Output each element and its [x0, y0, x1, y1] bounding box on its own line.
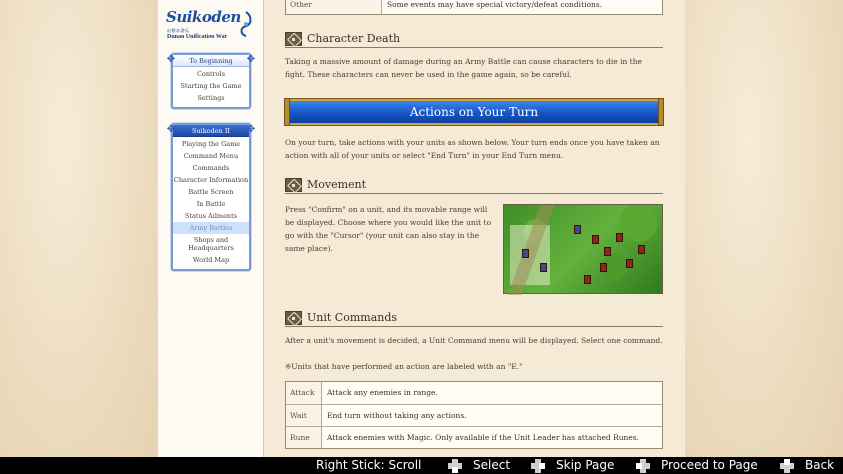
button-left-icon: [635, 458, 651, 474]
hint-back-label: Back: [805, 458, 835, 472]
section-movement: Movement: [285, 177, 663, 194]
nav-item-status-ailments[interactable]: Status Ailments: [173, 210, 249, 222]
ornament-icon: ✥: [166, 54, 176, 65]
hint-scroll: Right Stick: Scroll: [316, 457, 421, 474]
unit-commands-table: Attack Attack any enemies in range. Wait…: [285, 381, 663, 449]
hint-proceed[interactable]: Proceed to Page: [635, 457, 758, 474]
logo-subtitle: Dunan Unification War: [167, 34, 228, 40]
table-row: Attack Attack any enemies in range.: [286, 382, 662, 404]
nav-item-army-battles[interactable]: Army Battles: [173, 222, 249, 234]
table-row: Other Some events may have special victo…: [286, 0, 662, 14]
table-value: Attack enemies with Magic. Only availabl…: [327, 433, 640, 442]
section-character-death: Character Death: [285, 31, 663, 48]
nav-item-starting-the-game[interactable]: Starting the Game: [173, 80, 249, 92]
unit-sprite: [638, 245, 645, 254]
unit-sprite: [600, 263, 607, 272]
table-value: End turn without taking any actions.: [327, 411, 467, 420]
ornament-icon: ✥: [166, 124, 176, 135]
unit-sprite: [574, 225, 581, 234]
nav-item-battle-screen[interactable]: Battle Screen: [173, 186, 249, 198]
nav-item-command-menu[interactable]: Command Menu: [173, 150, 249, 162]
unit-commands-text: After a unit's movement is decided, a Un…: [285, 336, 663, 345]
table-key: Attack: [286, 382, 322, 404]
section-emblem-icon: [285, 311, 302, 325]
table-row: Rune Attack enemies with Magic. Only ava…: [286, 426, 662, 448]
nav-item-commands[interactable]: Commands: [173, 162, 249, 174]
sidebar: Suikoden 幻想水滸伝 Dunan Unification War ✥ T…: [158, 0, 264, 457]
conditions-table: Other Some events may have special victo…: [285, 0, 663, 15]
table-key: Rune: [286, 427, 322, 448]
nav-box-suikoden-ii: ✥ Suikoden II ✥ Playing the Game Command…: [167, 123, 255, 271]
army-battle-screenshot: [503, 204, 663, 295]
nav-item-character-information[interactable]: Character Information: [173, 174, 249, 186]
unit-sprite: [592, 235, 599, 244]
banner-title: Actions on Your Turn: [409, 105, 539, 119]
hint-skip-page[interactable]: Skip Page: [530, 457, 614, 474]
nav-item-settings[interactable]: Settings: [173, 92, 249, 104]
actions-banner: Actions on Your Turn: [284, 98, 664, 126]
hint-skip-label: Skip Page: [556, 458, 615, 472]
section-title-text: Movement: [307, 178, 367, 191]
section-title-text: Character Death: [307, 32, 401, 45]
table-row: Wait End turn without taking any actions…: [286, 404, 662, 426]
hint-select-label: Select: [473, 458, 511, 472]
table-value: Some events may have special victory/def…: [387, 0, 603, 9]
table-value: Attack any enemies in range.: [327, 388, 438, 397]
unit-sprite: [540, 263, 547, 272]
logo-swirl-icon: [240, 11, 252, 37]
character-death-text: Taking a massive amount of damage during…: [285, 57, 642, 79]
nav-item-in-battle[interactable]: In Battle: [173, 198, 249, 210]
nav-header-suikoden-ii[interactable]: ✥ Suikoden II ✥: [167, 124, 255, 137]
background-left: [0, 0, 158, 457]
controller-hint-bar: Right Stick: Scroll Select Skip Page Pro…: [0, 457, 843, 474]
movement-text: Press "Confirm" on a unit, and its movab…: [285, 205, 492, 253]
nav-item-playing-the-game[interactable]: Playing the Game: [173, 138, 249, 150]
hint-scroll-label: Right Stick: Scroll: [316, 458, 422, 472]
unit-sprite: [626, 259, 633, 268]
button-up-icon: [779, 458, 795, 474]
table-key: Wait: [286, 405, 322, 426]
section-unit-commands: Unit Commands: [285, 310, 663, 327]
nav-header-label: Suikoden II: [192, 127, 230, 135]
nav-header-label: To Beginning: [189, 57, 233, 65]
banner-cap-right: [658, 98, 664, 126]
game-logo: Suikoden 幻想水滸伝 Dunan Unification War: [166, 8, 258, 44]
nav-item-controls[interactable]: Controls: [173, 68, 249, 80]
ornament-icon: ✥: [246, 124, 256, 135]
section-emblem-icon: [285, 32, 302, 46]
unit-sprite: [604, 247, 611, 256]
unit-sprite: [584, 275, 591, 284]
hint-select[interactable]: Select: [447, 457, 510, 474]
nav-item-world-map[interactable]: World Map: [173, 254, 249, 266]
turn-intro-text: On your turn, take actions with your uni…: [285, 138, 660, 160]
unit-sprite: [616, 233, 623, 242]
hint-back[interactable]: Back: [779, 457, 834, 474]
nav-header-beginning[interactable]: ✥ To Beginning ✥: [167, 54, 255, 67]
unit-sprite: [522, 249, 529, 258]
logo-title: Suikoden: [166, 8, 241, 26]
ornament-icon: ✥: [246, 54, 256, 65]
table-key: Other: [286, 0, 382, 14]
section-title-text: Unit Commands: [307, 311, 398, 324]
button-right-icon: [530, 458, 546, 474]
nav-box-beginning: ✥ To Beginning ✥ Controls Starting the G…: [167, 53, 255, 109]
section-emblem-icon: [285, 178, 302, 192]
button-down-icon: [447, 458, 463, 474]
background-right: [685, 0, 843, 457]
unit-commands-note: ※Units that have performed an action are…: [285, 362, 523, 371]
nav-item-shops-and-headquarters[interactable]: Shops and Headquarters: [173, 234, 249, 254]
hint-proceed-label: Proceed to Page: [661, 458, 758, 472]
